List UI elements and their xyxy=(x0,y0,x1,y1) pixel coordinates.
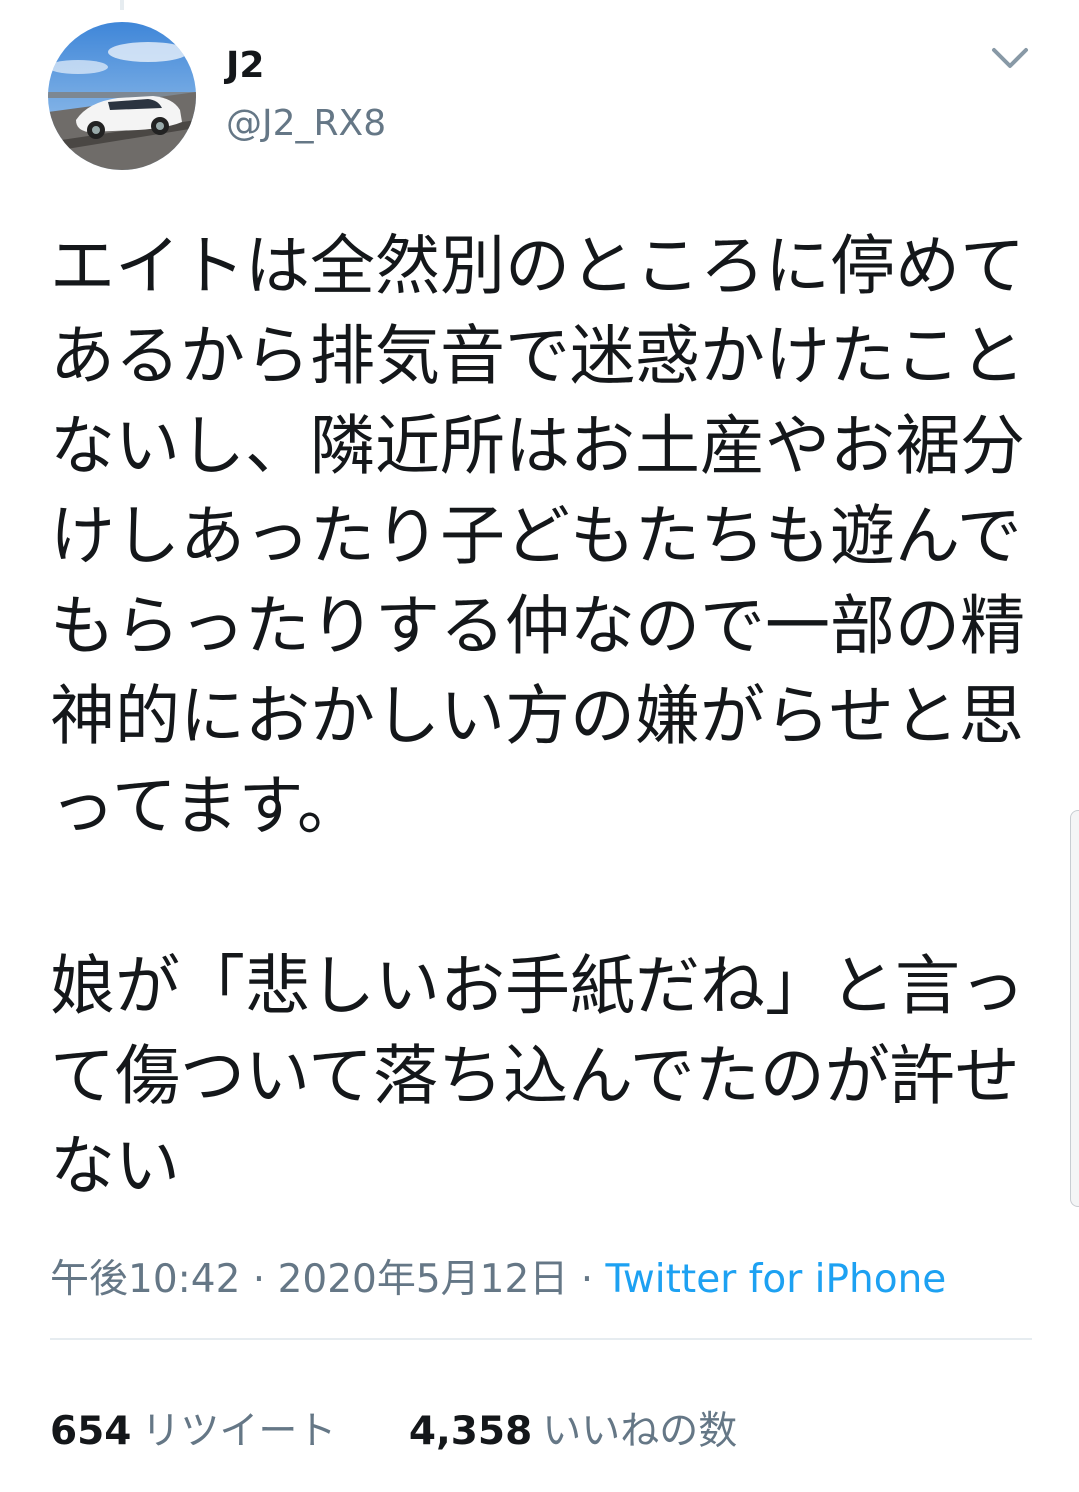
avatar[interactable] xyxy=(48,22,196,170)
likes-stat[interactable]: 4,358 いいねの数 xyxy=(409,1408,737,1456)
tweet-text: エイトは全然別のところに停めて あるから排気音で迷惑かけたこと ないし、隣近所はお土… xyxy=(50,222,1040,1212)
car-photo xyxy=(48,22,196,170)
retweets-count: 654 xyxy=(50,1409,132,1454)
meta-separator: · xyxy=(240,1257,278,1302)
retweets-stat[interactable]: 654 リツイート xyxy=(50,1408,336,1456)
tweet-text-line: て傷ついて落ち込んでたのが許せ xyxy=(50,1039,1020,1114)
retweets-label: リツイート xyxy=(141,1409,337,1454)
divider xyxy=(50,1338,1032,1340)
likes-count: 4,358 xyxy=(408,1409,533,1454)
tweet-text-line: あるから排気音で迷惑かけたこと xyxy=(50,319,1026,394)
user-handle[interactable]: @J2_RX8 xyxy=(226,102,386,146)
thread-connector xyxy=(120,0,124,10)
chevron-down-icon[interactable] xyxy=(988,40,1032,76)
likes-label: いいねの数 xyxy=(542,1409,738,1454)
tweet-stats: 654 リツイート 4,358 いいねの数 xyxy=(50,1408,797,1456)
tweet-text-line: ない xyxy=(50,1129,181,1204)
tweet-text-line: 娘が「悲しいお手紙だね」と言っ xyxy=(50,949,1026,1024)
tweet-time[interactable]: 午後10:42 xyxy=(50,1257,240,1302)
tweet-text-line: ないし、隣近所はお土産やお裾分 xyxy=(50,409,1026,484)
tweet-text-line: ってます。 xyxy=(50,769,363,844)
scrollbar[interactable] xyxy=(1070,810,1079,1207)
tweet-date[interactable]: 2020年5月12日 xyxy=(278,1257,569,1302)
tweet-text-line: もらったりする仲なので一部の精 xyxy=(50,589,1026,664)
display-name[interactable]: J2 xyxy=(226,44,264,88)
tweet-text-line: エイトは全然別のところに停めて xyxy=(50,229,1026,304)
meta-separator: · xyxy=(568,1257,606,1302)
tweet-meta: 午後10:42 · 2020年5月12日 · Twitter for iPhon… xyxy=(50,1256,946,1304)
tweet-source-link[interactable]: Twitter for iPhone xyxy=(606,1257,947,1302)
tweet-text-line: けしあったり子どもたちも遊んで xyxy=(50,499,1022,574)
tweet-text-line: 神的におかしい方の嫌がらせと思 xyxy=(50,679,1024,754)
